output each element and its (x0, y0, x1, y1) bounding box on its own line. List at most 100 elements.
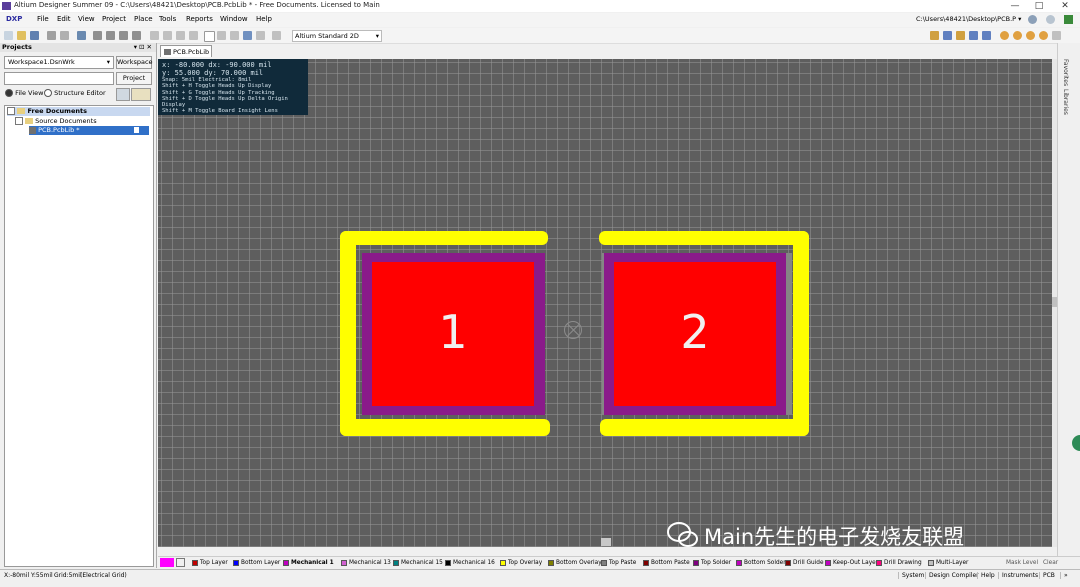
tree-folder-source-documents[interactable]: Source Documents (15, 117, 97, 125)
menu-edit[interactable]: Edit (57, 15, 71, 23)
pad1-overlay-bottom[interactable] (340, 419, 550, 436)
status-instruments-button[interactable]: Instruments (998, 572, 1038, 579)
menu-tools[interactable]: Tools (159, 15, 176, 23)
layer-tab-multi-layer[interactable]: Multi-Layer (928, 558, 968, 568)
paste-icon[interactable] (176, 31, 185, 40)
menu-file[interactable]: File (37, 15, 49, 23)
zoom-out-icon[interactable] (106, 31, 115, 40)
full-circle-icon[interactable] (1039, 31, 1048, 40)
back-icon[interactable] (1028, 15, 1037, 24)
status-help-button[interactable]: Help (977, 572, 995, 579)
layer-tab-top-solder[interactable]: Top Solder (693, 558, 731, 568)
sidebar-tab-libraries[interactable]: Libraries (1062, 89, 1069, 115)
structure-editor-radio[interactable]: Structure Editor (44, 89, 106, 97)
zoom-in-icon[interactable] (93, 31, 102, 40)
pcb-canvas[interactable]: x: -80.000 dx: -90.000 mil y: 55.000 dy:… (158, 59, 1052, 547)
layer-set-icon[interactable] (176, 558, 185, 567)
layer-tab-mechanical-15[interactable]: Mechanical 15 (393, 558, 443, 568)
menu-reports[interactable]: Reports (186, 15, 213, 23)
workspace-select[interactable]: Workspace1.DsnWrk ▾ (4, 56, 114, 69)
view-config-select[interactable]: Altium Standard 2D ▾ (292, 30, 382, 42)
new-icon[interactable] (4, 31, 13, 40)
layer-tab-keep-out-layer[interactable]: Keep-Out Layer (825, 558, 878, 568)
project-button[interactable]: Project (116, 72, 152, 85)
file-view-radio[interactable]: File View (5, 89, 43, 97)
tab-pcblib[interactable]: PCB.PcbLib * (160, 45, 212, 68)
menu-window[interactable]: Window (220, 15, 248, 23)
home-icon[interactable] (1064, 15, 1073, 24)
place-string-icon[interactable] (969, 31, 978, 40)
status-bar: X:-80mil Y:55mil Grid:5mil (Electrical G… (0, 569, 1080, 587)
status-system-button[interactable]: System (898, 572, 924, 579)
copy-icon[interactable] (163, 31, 172, 40)
document-path-dropdown[interactable]: C:\Users\48421\Desktop\PCB.P ▾ (916, 15, 1021, 23)
horizontal-scroll-thumb[interactable] (601, 538, 611, 546)
mask-level-button[interactable]: Mask Level (1006, 558, 1038, 568)
browse-icon[interactable] (77, 31, 86, 40)
layer-tab-label: Drill Guide (793, 560, 824, 566)
print-icon[interactable] (47, 31, 56, 40)
minimize-button[interactable]: — (1002, 0, 1028, 12)
forward-icon[interactable] (1046, 15, 1055, 24)
layer-tab-drill-drawing[interactable]: Drill Drawing (876, 558, 922, 568)
arc-edge-icon[interactable] (1013, 31, 1022, 40)
layer-tab-mechanical-13[interactable]: Mechanical 13 (341, 558, 391, 568)
move-icon[interactable] (217, 31, 226, 40)
grid-icon[interactable] (272, 31, 281, 40)
pad2-overlay-bottom[interactable] (600, 419, 809, 436)
rubber-stamp-icon[interactable] (189, 31, 198, 40)
floating-button-icon[interactable] (1072, 435, 1080, 451)
status-design-compiler-button[interactable]: Design Compiler (925, 572, 979, 579)
open-icon[interactable] (17, 31, 26, 40)
zoom-area-icon[interactable] (132, 31, 141, 40)
menu-dxp[interactable]: DXP (6, 15, 22, 23)
close-button[interactable]: ✕ (1052, 0, 1078, 12)
clear-button[interactable]: Clear (1043, 558, 1058, 568)
layer-tab-bottom-overlay[interactable]: Bottom Overlay (548, 558, 602, 568)
redo-icon[interactable] (256, 31, 265, 40)
place-fill-icon[interactable] (982, 31, 991, 40)
layer-tab-bottom-layer[interactable]: Bottom Layer (233, 558, 280, 568)
layer-tab-top-layer[interactable]: Top Layer (192, 558, 228, 568)
menu-place[interactable]: Place (134, 15, 153, 23)
tree-file-pcblib[interactable]: PCB.PcbLib * (29, 126, 149, 135)
undo-icon[interactable] (243, 31, 252, 40)
place-line-icon[interactable] (930, 31, 939, 40)
sidebar-tab-favorites[interactable]: Favorites (1062, 59, 1069, 86)
layer-tab-top-paste[interactable]: Top Paste (601, 558, 636, 568)
zoom-fit-icon[interactable] (119, 31, 128, 40)
select-area-icon[interactable] (204, 31, 215, 42)
arc-center-icon[interactable] (1000, 31, 1009, 40)
project-select[interactable] (4, 72, 114, 85)
pad1-overlay-left[interactable] (340, 231, 356, 436)
deselect-icon[interactable] (230, 31, 239, 40)
print-preview-icon[interactable] (60, 31, 69, 40)
project-options-icon[interactable] (116, 88, 130, 101)
menu-help[interactable]: Help (256, 15, 272, 23)
layer-tab-drill-guide[interactable]: Drill Guide (785, 558, 824, 568)
workspace-button[interactable]: Workspace (116, 56, 153, 69)
project-menu-icon[interactable] (131, 88, 151, 101)
current-layer-color-icon[interactable] (160, 558, 174, 567)
tree-root[interactable]: Free Documents (7, 107, 150, 116)
array-paste-icon[interactable] (1052, 31, 1061, 40)
menu-project[interactable]: Project (102, 15, 126, 23)
pad1-overlay-top[interactable] (340, 231, 548, 245)
layer-tab-mechanical-16[interactable]: Mechanical 16 (445, 558, 495, 568)
save-icon[interactable] (30, 31, 39, 40)
layer-tab-mechanical-1[interactable]: Mechanical 1 (283, 558, 334, 568)
place-pad-icon[interactable] (943, 31, 952, 40)
arc-any-icon[interactable] (1026, 31, 1035, 40)
pad2-overlay-top[interactable] (599, 231, 809, 245)
cut-icon[interactable] (150, 31, 159, 40)
panel-close-icon[interactable]: ▾ ⊡ ✕ (134, 43, 152, 52)
layer-tab-bottom-solder[interactable]: Bottom Solder (736, 558, 786, 568)
status-more-button[interactable]: » (1060, 572, 1068, 579)
layer-tab-top-overlay[interactable]: Top Overlay (500, 558, 542, 568)
maximize-button[interactable]: □ (1026, 0, 1052, 12)
menu-view[interactable]: View (78, 15, 95, 23)
layer-tab-bottom-paste[interactable]: Bottom Paste (643, 558, 690, 568)
status-pcb-button[interactable]: PCB (1039, 572, 1055, 579)
pad2-overlay-right[interactable] (793, 231, 809, 436)
place-via-icon[interactable] (956, 31, 965, 40)
